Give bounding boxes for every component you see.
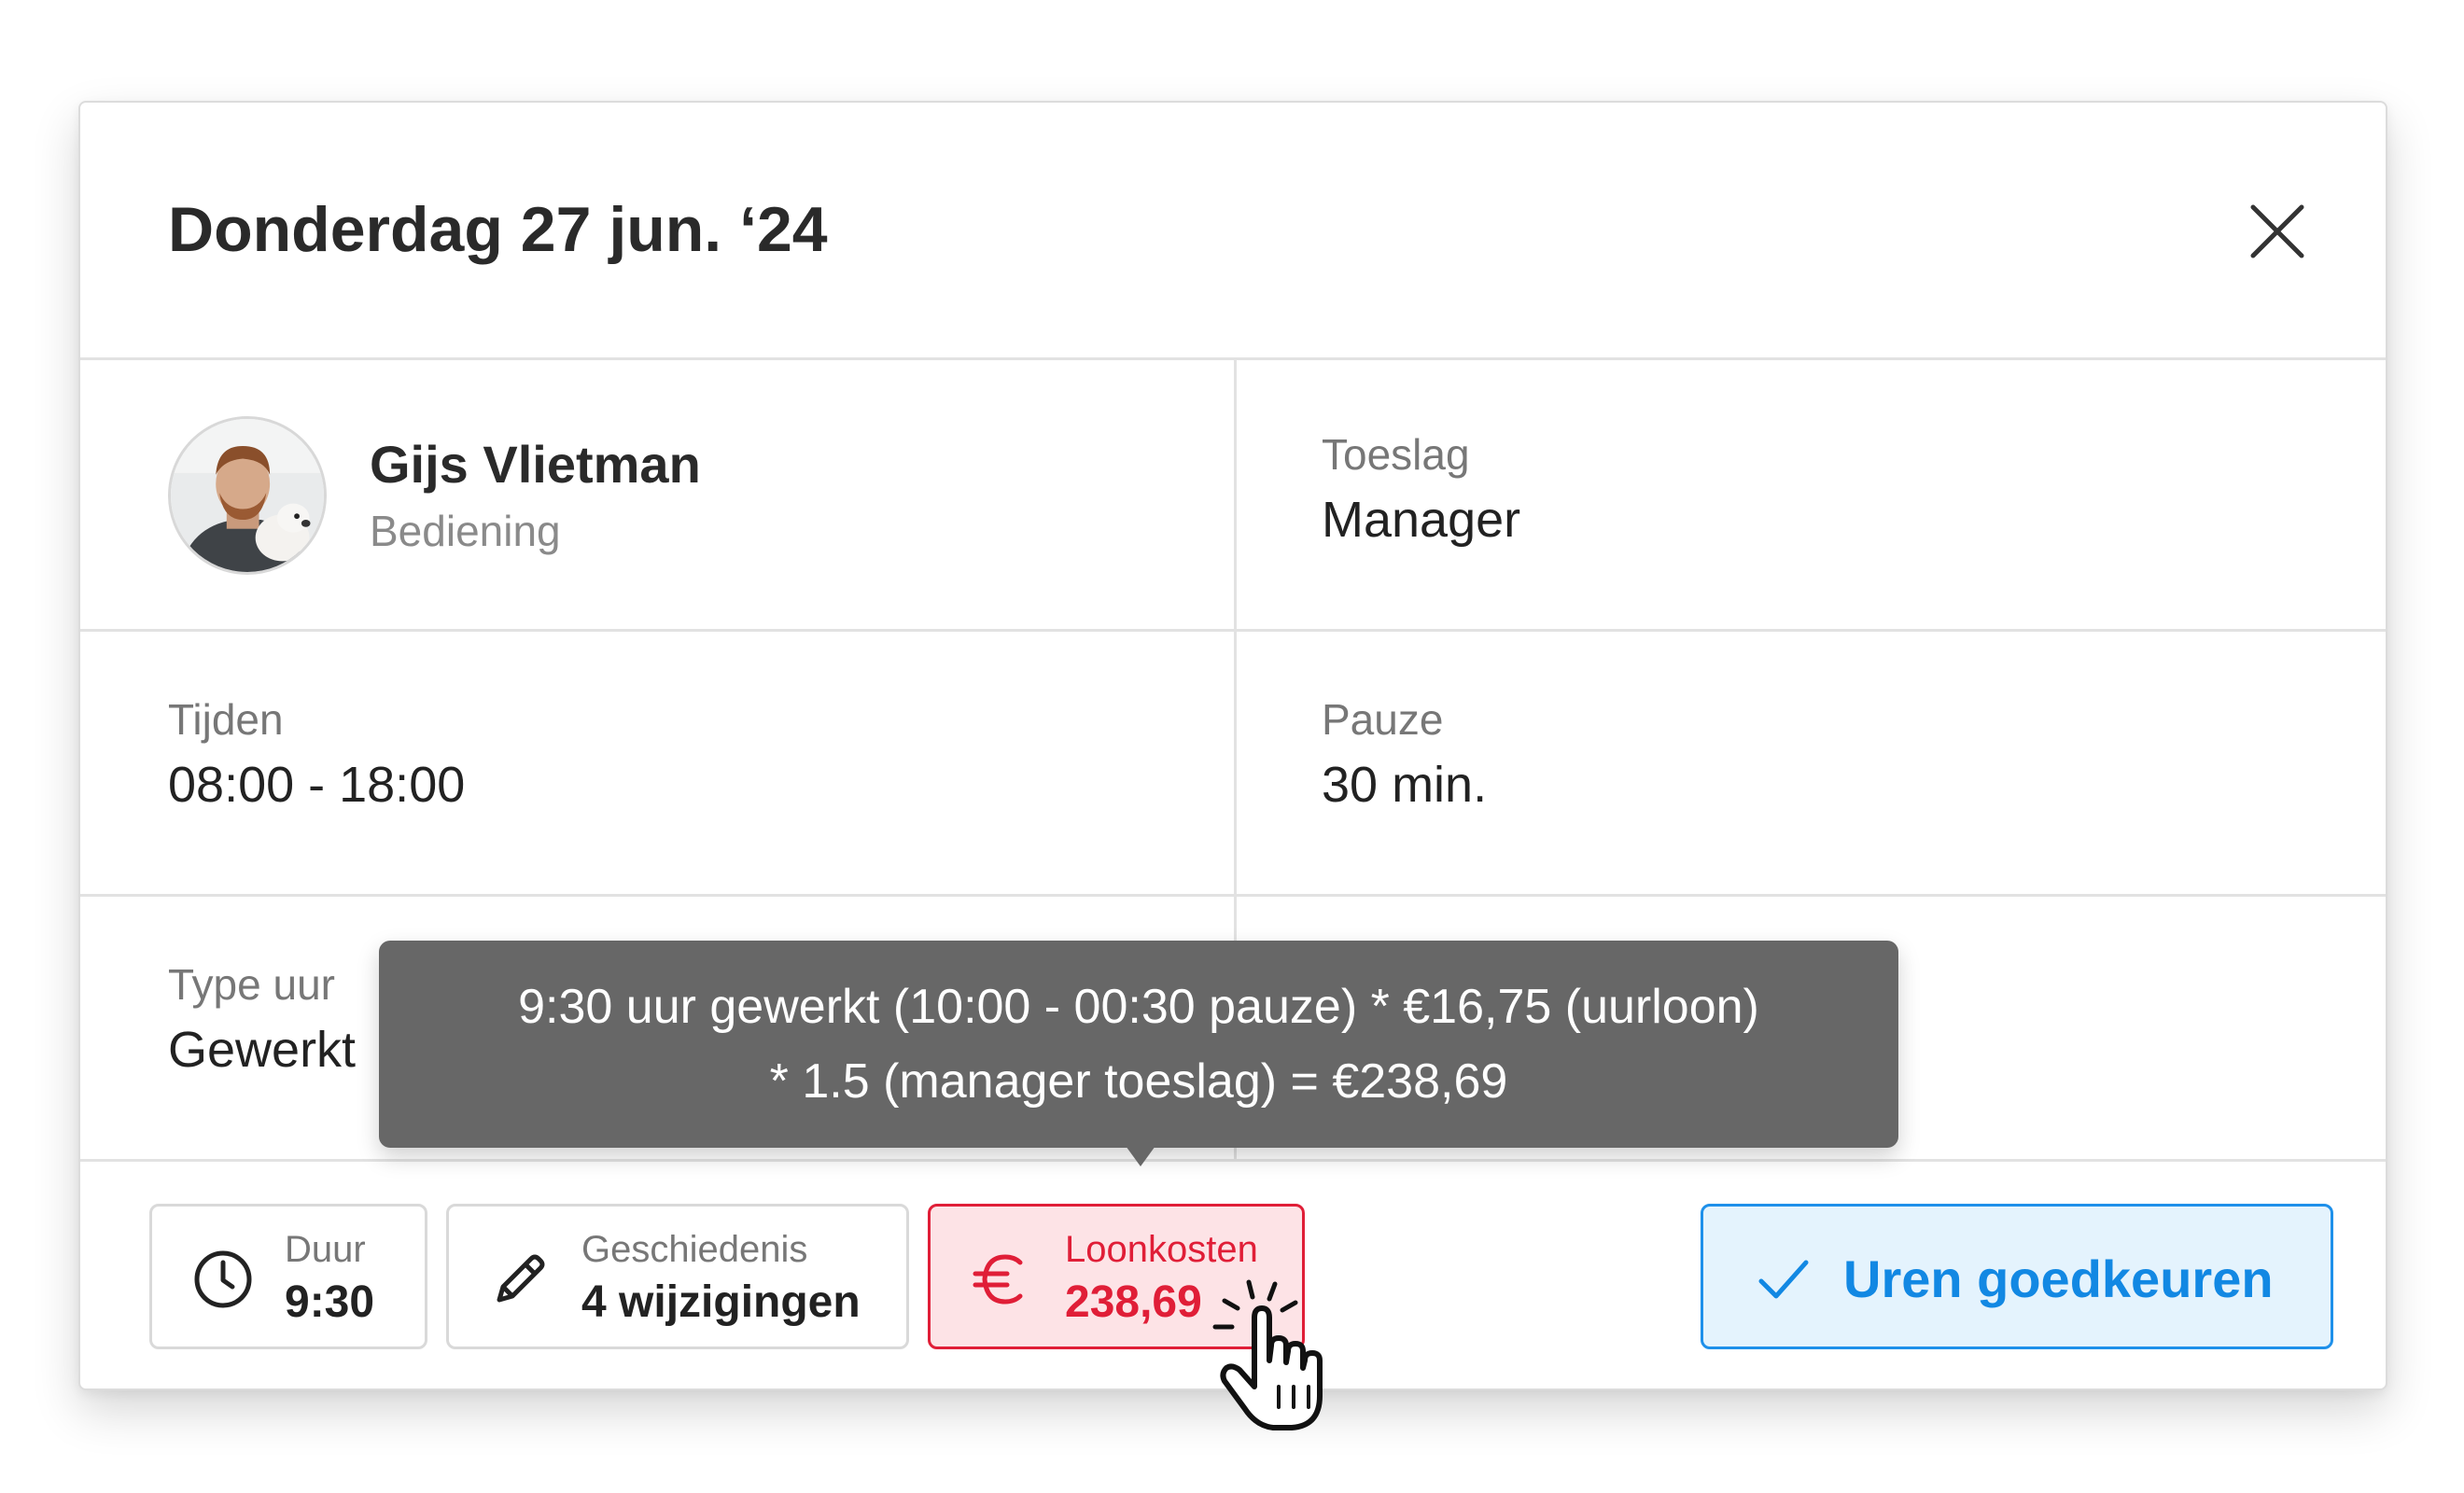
employee-name: Gijs Vlietman [370,435,701,494]
duration-value: 9:30 [285,1277,375,1327]
duration-button[interactable]: Duur 9:30 [149,1204,427,1349]
row-divider [80,629,2386,632]
row-divider [80,894,2386,897]
page-title: Donderdag 27 jun. ‘24 [168,194,828,265]
duration-label: Duur [285,1229,366,1270]
history-button[interactable]: Geschiedenis 4 wijzigingen [446,1204,909,1349]
pauze-value: 30 min. [1322,757,1488,814]
tooltip-arrow [1126,1146,1155,1166]
type-uur-value: Gewerkt [168,1022,357,1079]
checkmark-icon [1756,1251,1812,1307]
toeslag-label: Toeslag [1322,430,1470,479]
approve-hours-button[interactable]: Uren goedkeuren [1701,1204,2333,1349]
approve-hours-label: Uren goedkeuren [1843,1249,2274,1308]
pauze-label: Pauze [1322,695,1444,744]
history-label: Geschiedenis [581,1229,808,1270]
avatar-photo [171,419,324,572]
type-uur-field: Type uur Gewerkt [168,959,356,1081]
avatar [168,416,327,575]
employee-role: Bediening [370,507,561,555]
clock-icon [191,1248,255,1311]
wage-cost-value: 238,69 [1065,1277,1202,1327]
toeslag-field: Toeslag Manager [1322,429,1520,551]
close-icon [2250,204,2304,258]
tijden-field: Tijden 08:00 - 18:00 [168,694,465,816]
row-divider [80,1159,2386,1162]
shift-detail-card: Donderdag 27 jun. ‘24 Gijs Vlietman Bedi… [78,101,2387,1390]
toeslag-value: Manager [1322,492,1521,549]
wage-cost-label: Loonkosten [1065,1229,1258,1270]
tooltip-line-2: * 1.5 (manager toeslag) = €238,69 [769,1054,1508,1109]
tijden-label: Tijden [168,695,284,744]
card-header: Donderdag 27 jun. ‘24 [80,103,2386,360]
history-value: 4 wijzigingen [581,1277,861,1327]
type-uur-label: Type uur [168,960,335,1009]
tooltip-line-1: 9:30 uur gewerkt (10:00 - 00:30 pauze) *… [518,980,1759,1034]
pauze-field: Pauze 30 min. [1322,694,1487,816]
wage-cost-tooltip: 9:30 uur gewerkt (10:00 - 00:30 pauze) *… [379,941,1898,1148]
pencil-icon [488,1248,552,1311]
tijden-value: 08:00 - 18:00 [168,757,466,814]
close-button[interactable] [2247,202,2307,261]
euro-icon [970,1248,1033,1311]
hand-pointer-cursor-icon [1204,1277,1344,1435]
